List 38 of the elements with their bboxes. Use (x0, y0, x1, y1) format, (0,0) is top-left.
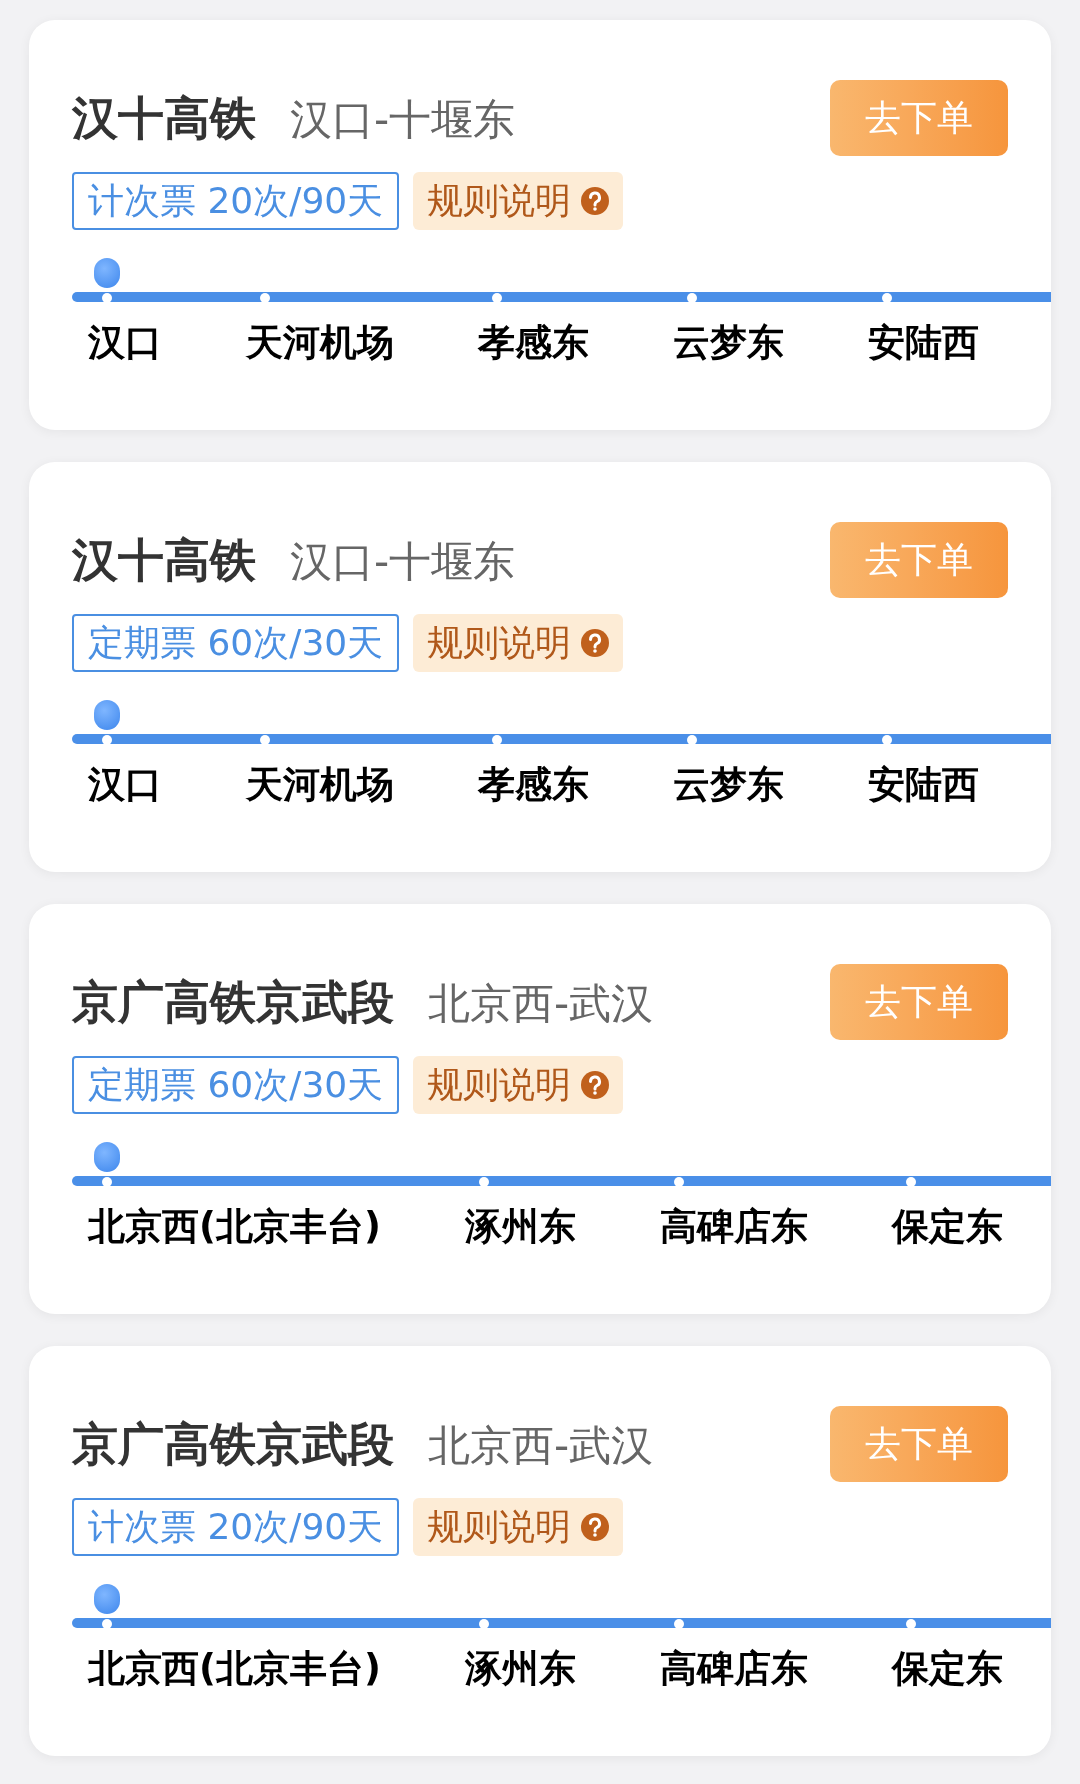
station-name: 云梦东 (673, 763, 784, 806)
station-name: 汉口 (88, 763, 162, 806)
ticket-tag: 计次票 20次/90天 (72, 172, 400, 230)
station-name: 涿州东 (464, 1647, 576, 1690)
station-name: 高碑店东 (659, 1205, 808, 1248)
station-name: 孝感东 (478, 763, 589, 806)
rules-button[interactable]: 规则说明 (413, 1056, 624, 1114)
station-name: 高碑店东 (659, 1647, 808, 1690)
help-icon (581, 629, 610, 657)
station-name: 汉口 (88, 321, 162, 364)
station-name: 涿州东 (464, 1205, 576, 1248)
rules-button[interactable]: 规则说明 (413, 1498, 624, 1556)
station-name: 云梦东 (673, 321, 784, 364)
ticket-tag: 定期票 60次/30天 (72, 614, 400, 672)
route-text: 北京西-武汉 (428, 978, 654, 1030)
line-name: 京广高铁京武段 (72, 1416, 394, 1472)
line-name: 汉十高铁 (72, 90, 256, 146)
ticket-tag: 计次票 20次/90天 (72, 1498, 400, 1556)
help-icon (581, 1513, 610, 1541)
rules-button[interactable]: 规则说明 (413, 172, 624, 230)
station-name: 保定东 (891, 1205, 1003, 1248)
help-icon (581, 187, 610, 215)
route-text: 汉口-十堰东 (290, 536, 516, 588)
station-name: 孝感东 (478, 321, 589, 364)
ticket-tag: 定期票 60次/30天 (72, 1056, 400, 1114)
line-name: 京广高铁京武段 (72, 974, 394, 1030)
station-name: 天河机场 (246, 763, 394, 806)
station-name: 天河机场 (246, 321, 394, 364)
station-name: 保定东 (891, 1647, 1003, 1690)
line-name: 汉十高铁 (72, 532, 256, 588)
route-text: 北京西-武汉 (428, 1420, 654, 1472)
station-name: 安陆西 (868, 321, 979, 364)
station-name: 北京西(北京丰台) (88, 1647, 381, 1690)
station-name: 安陆西 (868, 763, 979, 806)
help-icon (581, 1071, 610, 1099)
rules-button[interactable]: 规则说明 (413, 614, 624, 672)
route-text: 汉口-十堰东 (290, 94, 516, 146)
station-name: 北京西(北京丰台) (88, 1205, 381, 1248)
